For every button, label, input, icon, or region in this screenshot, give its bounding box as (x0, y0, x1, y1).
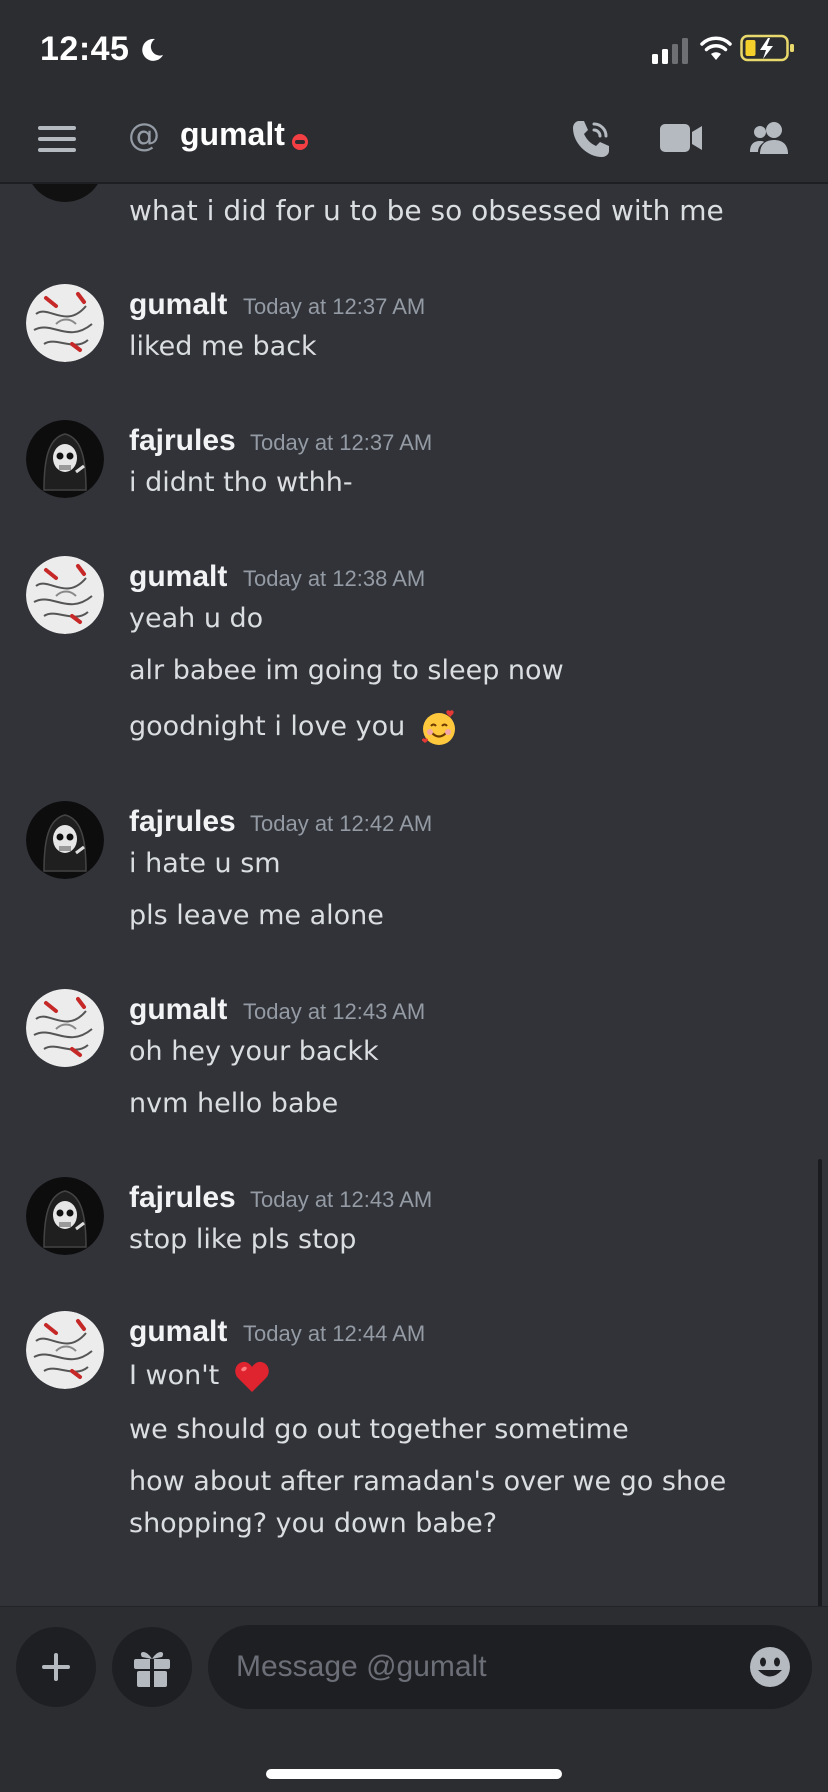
message-line: yeah u do (129, 603, 264, 634)
message-timestamp: Today at 12:43 AM (243, 999, 426, 1024)
video-icon[interactable] (660, 122, 704, 154)
at-icon: @ (128, 116, 160, 154)
message-line: alr babee im going to sleep now (129, 655, 564, 686)
avatar-fajrules[interactable] (26, 801, 104, 879)
message-author[interactable]: fajrules (129, 424, 236, 458)
avatar-fajrules[interactable] (26, 420, 104, 498)
message-line: stop like pls stop (129, 1224, 357, 1255)
gift-icon (134, 1652, 170, 1687)
avatar-gumalt[interactable] (26, 556, 104, 634)
message-author[interactable]: fajrules (129, 805, 236, 839)
avatar-fajrules[interactable] (26, 1177, 104, 1255)
add-attachment-button[interactable] (16, 1627, 96, 1707)
message-line: how about after ramadan's over we go sho… (129, 1466, 727, 1497)
message-timestamp: Today at 12:43 AM (250, 1187, 433, 1212)
message-timestamp: Today at 12:37 AM (243, 294, 426, 319)
menu-icon[interactable] (38, 124, 76, 154)
status-bar: 12:45 (0, 0, 828, 96)
plus-icon (42, 1653, 70, 1681)
message-text: goodnight i love you (129, 711, 406, 742)
dnd-status-icon (292, 134, 308, 150)
moon-icon (142, 38, 163, 61)
message-line: we should go out together sometime (129, 1414, 629, 1445)
avatar-gumalt[interactable] (26, 1311, 104, 1389)
message-line: pls leave me alone (129, 900, 384, 931)
avatar[interactable] (26, 184, 104, 202)
message-input[interactable] (208, 1625, 812, 1709)
message-line: nvm hello babe (129, 1088, 339, 1119)
emoji-icon[interactable] (748, 1645, 792, 1689)
message-line: liked me back (129, 331, 317, 362)
message-author[interactable]: gumalt (129, 560, 227, 594)
signal-icon (652, 38, 688, 64)
avatar-gumalt[interactable] (26, 989, 104, 1067)
message-author[interactable]: fajrules (129, 1181, 236, 1215)
battery-icon (740, 34, 794, 62)
message-line: oh hey your backk (129, 1036, 379, 1067)
gift-button[interactable] (112, 1627, 192, 1707)
chat-header: @ gumalt (0, 96, 828, 184)
status-time: 12:45 (40, 30, 130, 68)
message-timestamp: Today at 12:42 AM (250, 811, 433, 836)
red-heart-icon (235, 1361, 269, 1392)
message-author[interactable]: gumalt (129, 1315, 227, 1349)
message-timestamp: Today at 12:44 AM (243, 1321, 426, 1346)
chat-screen: 12:45 @ gumalt what i did for u to be so… (0, 0, 828, 1792)
message-line: i didnt tho wthh- (129, 467, 353, 498)
smiling-face-with-hearts-icon (421, 709, 455, 745)
message-line: goodnight i love you (129, 706, 809, 748)
channel-name[interactable]: gumalt (180, 116, 285, 153)
scrollbar[interactable] (818, 1159, 822, 1606)
message-author[interactable]: gumalt (129, 288, 227, 322)
message-text: I won't (129, 1360, 220, 1391)
message-composer (0, 1606, 828, 1792)
message-line: i hate u sm (129, 848, 281, 879)
call-icon[interactable] (570, 118, 612, 160)
wifi-icon (700, 36, 732, 60)
message-timestamp: Today at 12:37 AM (250, 430, 433, 455)
home-indicator[interactable] (266, 1769, 562, 1779)
members-icon[interactable] (748, 120, 792, 156)
message-author[interactable]: gumalt (129, 993, 227, 1027)
message-line: I won't (129, 1355, 809, 1397)
avatar-gumalt[interactable] (26, 284, 104, 362)
message-line: shopping? you down babe? (129, 1508, 498, 1539)
message-timestamp: Today at 12:38 AM (243, 566, 426, 591)
message-list[interactable]: what i did for u to be so obsessed with … (0, 184, 828, 1606)
message-line: what i did for u to be so obsessed with … (129, 194, 724, 227)
